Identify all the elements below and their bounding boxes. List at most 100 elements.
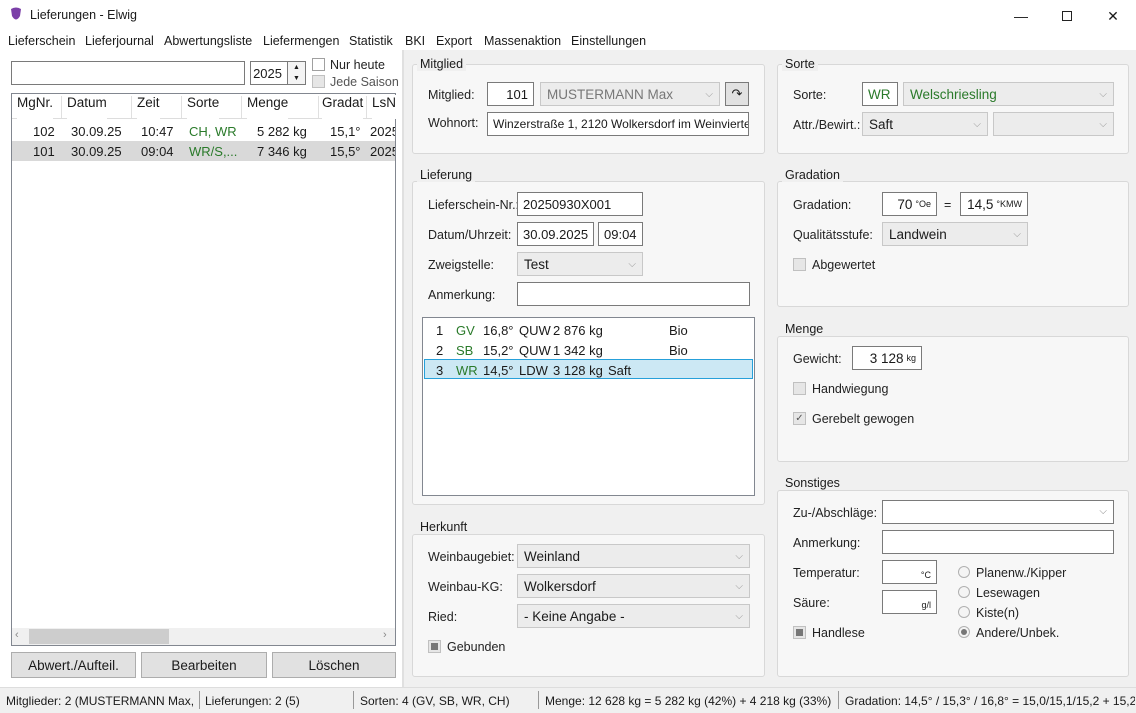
mitglied-name-select[interactable]: MUSTERMANN Max ⌵ — [540, 82, 720, 106]
menu-export[interactable]: Export — [436, 34, 472, 48]
cell-mgnr: 102 — [33, 124, 55, 139]
gebunden-checkbox[interactable] — [428, 640, 441, 653]
year-spinner[interactable]: ▲ ▼ — [288, 61, 306, 85]
menu-statistik[interactable]: Statistik — [349, 34, 393, 48]
cell-menge: 7 346 kg — [257, 144, 307, 159]
wohnort-field[interactable]: Winzerstraße 1, 2120 Wolkersdorf im Wein… — [487, 112, 749, 136]
season-label: Jede Saison — [330, 75, 399, 89]
season-checkbox[interactable] — [312, 75, 325, 88]
qualitaet-select[interactable]: Landwein ⌵ — [882, 222, 1028, 246]
status-divider — [838, 691, 839, 709]
kmw-value: 14,5 — [967, 196, 994, 212]
scrollbar-thumb[interactable] — [29, 629, 169, 644]
search-input[interactable] — [11, 61, 245, 85]
menu-massenaktion[interactable]: Massenaktion — [484, 34, 561, 48]
item-qual: LDW — [519, 363, 548, 378]
item-qual: QUW — [519, 343, 551, 358]
col-datum[interactable]: Datum — [67, 95, 107, 119]
col-divider — [241, 96, 242, 118]
herkunft-legend: Herkunft — [417, 520, 471, 534]
radio-kisten[interactable] — [958, 606, 970, 618]
zweigstelle-label: Zweigstelle: — [428, 258, 494, 272]
close-icon[interactable]: ✕ — [1090, 0, 1136, 32]
mitglied-name: MUSTERMANN Max — [547, 86, 674, 102]
gebiet-select[interactable]: Weinland ⌵ — [517, 544, 750, 568]
cell-mgnr: 101 — [33, 144, 55, 159]
status-sorten: Sorten: 4 (GV, SB, WR, CH) — [360, 694, 510, 708]
zweigstelle-value: Test — [524, 256, 549, 272]
item-kg: 3 128 kg — [553, 363, 603, 378]
col-mgnr[interactable]: MgNr. — [17, 95, 54, 119]
menu-liefermengen[interactable]: Liefermengen — [263, 34, 339, 48]
ls-input[interactable]: 20250930X001 — [517, 192, 643, 216]
col-zeit[interactable]: Zeit — [137, 95, 160, 119]
radio-lesewagen-label: Lesewagen — [976, 586, 1040, 600]
col-lsnr[interactable]: LsN — [372, 95, 397, 119]
item-kg: 2 876 kg — [553, 323, 603, 338]
menu-einstellungen[interactable]: Einstellungen — [571, 34, 646, 48]
today-checkbox[interactable] — [312, 58, 325, 71]
radio-andere[interactable] — [958, 626, 970, 638]
gerebelt-label: Gerebelt gewogen — [812, 412, 915, 426]
sorte-code-input[interactable]: WR — [862, 82, 898, 106]
menu-lieferjournal[interactable]: Lieferjournal — [85, 34, 154, 48]
col-sorte[interactable]: Sorte — [187, 95, 220, 119]
refresh-icon[interactable]: ↷ — [725, 82, 749, 106]
sonst-anmerkung-input[interactable] — [882, 530, 1114, 554]
handwiegung-label: Handwiegung — [812, 382, 889, 396]
cell-zeit: 09:04 — [141, 144, 174, 159]
saeure-unit: g/l — [921, 600, 931, 610]
gradation-legend: Gradation — [782, 168, 843, 182]
edit-button[interactable]: Bearbeiten — [141, 652, 267, 678]
time-input[interactable]: 09:04 — [598, 222, 643, 246]
zuabschlaege-select[interactable]: ⌵ — [882, 500, 1114, 524]
col-menge[interactable]: Menge — [247, 95, 289, 119]
kg-label: Weinbau-KG: — [428, 580, 503, 594]
gewicht-input[interactable]: 3 128 kg — [852, 346, 922, 370]
sorte-group — [777, 64, 1129, 154]
item-kg: 1 342 kg — [553, 343, 603, 358]
sonstiges-legend: Sonstiges — [782, 476, 843, 490]
menge-legend: Menge — [782, 322, 827, 336]
cell-datum: 30.09.25 — [71, 124, 122, 139]
maximize-icon[interactable] — [1044, 0, 1090, 32]
ried-select[interactable]: - Keine Angabe - ⌵ — [517, 604, 750, 628]
splitter[interactable] — [402, 50, 404, 687]
attr-select[interactable]: Saft ⌵ — [862, 112, 988, 136]
status-divider — [538, 691, 539, 709]
kmw-input[interactable]: 14,5 °KMW — [960, 192, 1028, 216]
menu-abwertungsliste[interactable]: Abwertungsliste — [164, 34, 252, 48]
zweigstelle-select[interactable]: Test ⌵ — [517, 252, 643, 276]
menu-lieferschein[interactable]: Lieferschein — [8, 34, 75, 48]
attr-label: Attr./Bewirt.: — [793, 118, 861, 132]
gerebelt-checkbox[interactable]: ✓ — [793, 412, 806, 425]
year-input[interactable]: 2025 — [250, 61, 288, 85]
cell-menge: 5 282 kg — [257, 124, 307, 139]
oe-input[interactable]: 70 °Oe — [882, 192, 937, 216]
mitglied-nr-input[interactable]: 101 — [487, 82, 534, 106]
bewirt-select[interactable]: ⌵ — [993, 112, 1114, 136]
gradation-label: Gradation: — [793, 198, 852, 212]
window-title: Lieferungen - Elwig — [30, 8, 138, 22]
radio-lesewagen[interactable] — [958, 586, 970, 598]
handwiegung-checkbox[interactable] — [793, 382, 806, 395]
sorte-label: Sorte: — [793, 88, 827, 102]
abwert-button[interactable]: Abwert./Aufteil. — [11, 652, 136, 678]
kg-select[interactable]: Wolkersdorf ⌵ — [517, 574, 750, 598]
date-input[interactable]: 30.09.2025 — [517, 222, 594, 246]
minimize-icon[interactable]: — — [998, 0, 1044, 32]
delete-button[interactable]: Löschen — [272, 652, 396, 678]
menu-bki[interactable]: BKI — [405, 34, 425, 48]
deliveries-grid[interactable] — [11, 93, 396, 646]
abgewertet-checkbox[interactable] — [793, 258, 806, 271]
scroll-right-icon[interactable]: › — [383, 629, 387, 641]
handlese-checkbox[interactable] — [793, 626, 806, 639]
mitglied-legend: Mitglied — [417, 57, 467, 71]
temperatur-input[interactable]: °C — [882, 560, 937, 584]
radio-planenwagen[interactable] — [958, 566, 970, 578]
anmerkung-input[interactable] — [517, 282, 750, 306]
saeure-input[interactable]: g/l — [882, 590, 937, 614]
sorte-name-select[interactable]: Welschriesling ⌵ — [903, 82, 1114, 106]
scroll-left-icon[interactable]: ‹ — [15, 629, 19, 641]
col-gradation[interactable]: Gradat — [322, 95, 364, 119]
